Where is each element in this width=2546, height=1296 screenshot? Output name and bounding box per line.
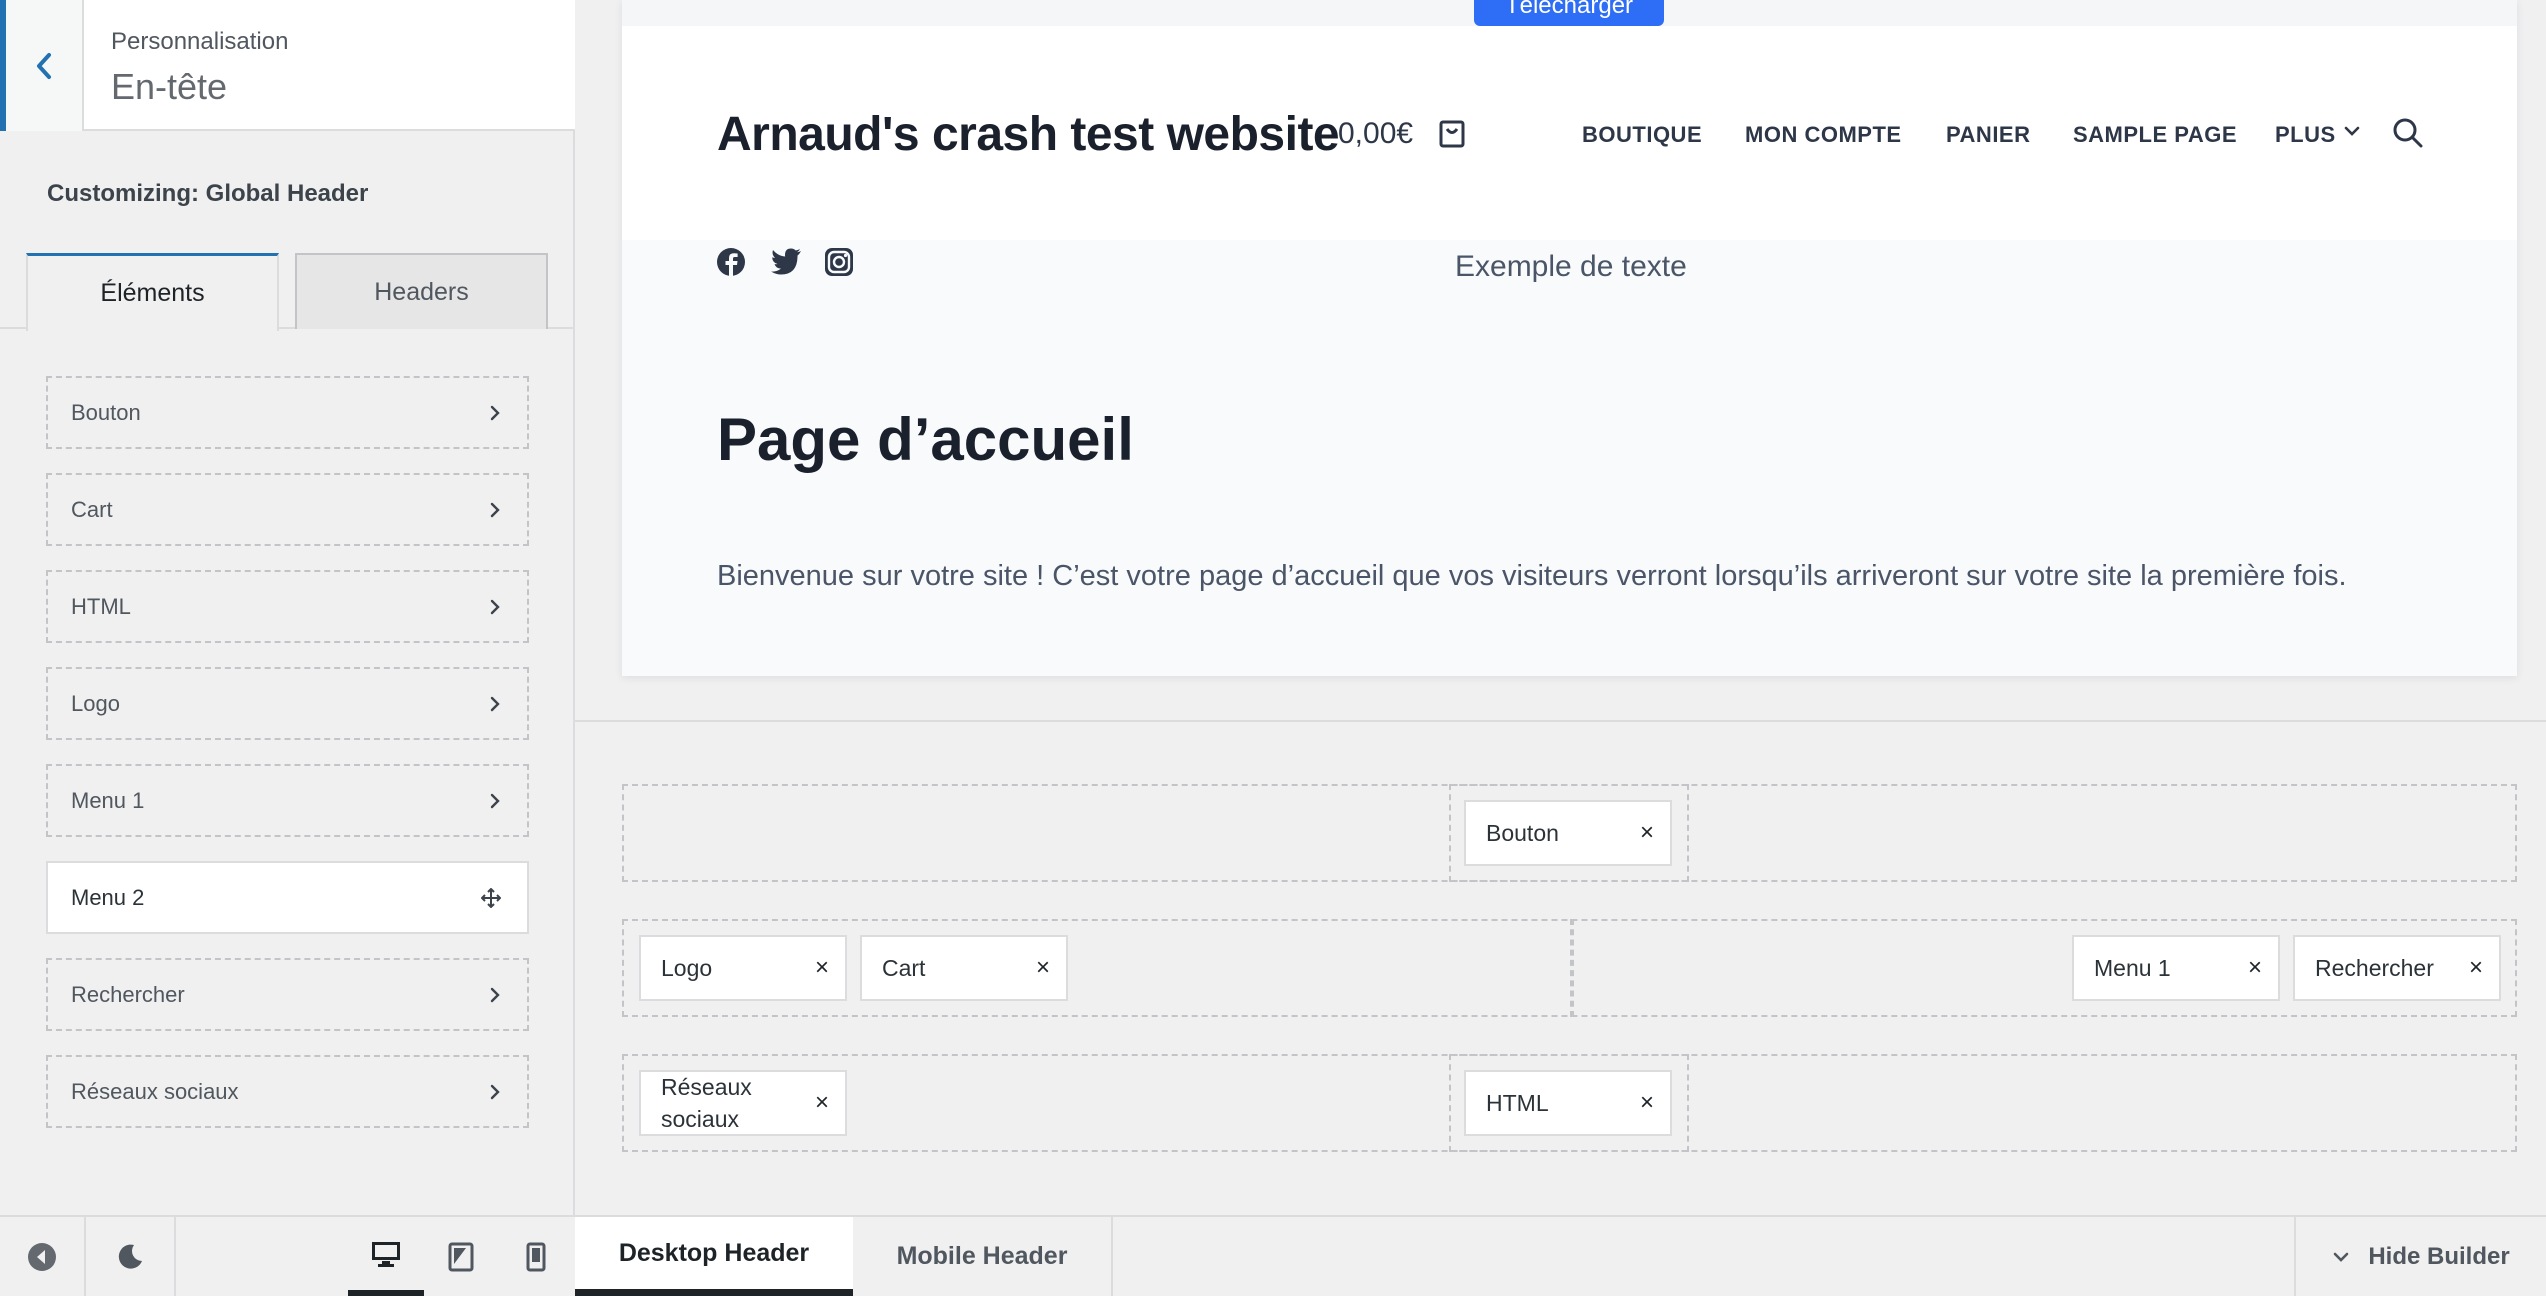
builder-row-bottom: Réseaux sociaux × HTML × (622, 1054, 2517, 1152)
chip-label: Logo (661, 954, 713, 981)
cart-total[interactable]: 0,00€ (1338, 117, 1413, 151)
sidebar-footer (0, 1215, 575, 1296)
tab-headers[interactable]: Headers (295, 253, 548, 329)
element-item-menu-2[interactable]: Menu 2 (46, 861, 529, 934)
builder-chip-reseaux-sociaux[interactable]: Réseaux sociaux × (639, 1070, 847, 1136)
element-label: HTML (71, 593, 131, 619)
moon-icon (118, 1244, 142, 1269)
element-label: Logo (71, 690, 120, 716)
search-icon[interactable] (2392, 117, 2424, 149)
chip-label-line: sociaux (661, 1106, 739, 1132)
builder-chip-cart[interactable]: Cart × (860, 935, 1068, 1001)
mobile-icon (526, 1242, 546, 1271)
site-preview: Télécharger Arnaud's crash test website … (622, 0, 2517, 676)
builder-row-top: Bouton × (622, 784, 2517, 882)
download-button[interactable]: Télécharger (1474, 0, 1664, 26)
nav-sample-page[interactable]: SAMPLE PAGE (2073, 122, 2237, 148)
builder-chip-rechercher[interactable]: Rechercher × (2293, 935, 2501, 1001)
remove-icon[interactable]: × (1036, 954, 1050, 982)
sidebar-tabs: Éléments Headers (0, 253, 575, 331)
builder-bottom-bar: Desktop Header Mobile Header Hide Builde… (575, 1215, 2546, 1296)
mobile-preview-button[interactable] (498, 1217, 574, 1296)
back-button[interactable] (0, 0, 84, 131)
element-list: Bouton Cart HTML Logo Menu 1 Menu 2 Rech… (46, 376, 529, 1152)
builder-chip-menu-1[interactable]: Menu 1 × (2072, 935, 2280, 1001)
element-item-reseaux-sociaux[interactable]: Réseaux sociaux (46, 1055, 529, 1128)
instagram-icon[interactable] (824, 247, 854, 277)
builder-zone-separator (1570, 919, 1574, 1017)
element-label: Rechercher (71, 981, 185, 1007)
element-item-logo[interactable]: Logo (46, 667, 529, 740)
dark-mode-button[interactable] (86, 1217, 176, 1296)
preview-divider (575, 720, 2546, 722)
chevron-right-icon (490, 696, 500, 711)
site-title[interactable]: Arnaud's crash test website (717, 107, 1340, 162)
facebook-icon[interactable] (716, 247, 746, 277)
chip-label-line: Réseaux (661, 1074, 752, 1100)
breadcrumb: Personnalisation (111, 28, 289, 55)
remove-icon[interactable]: × (2248, 954, 2262, 982)
element-label: Cart (71, 496, 113, 522)
tab-elements[interactable]: Éléments (26, 253, 279, 331)
element-label: Menu 1 (71, 787, 145, 813)
chip-label: Menu 1 (2094, 954, 2171, 981)
remove-icon[interactable]: × (1640, 1089, 1654, 1117)
element-label: Bouton (71, 399, 141, 425)
chevron-right-icon (490, 1084, 500, 1099)
collapse-sidebar-button[interactable] (0, 1217, 86, 1296)
nav-boutique[interactable]: BOUTIQUE (1582, 122, 1702, 148)
desktop-icon (372, 1241, 400, 1267)
desktop-preview-button[interactable] (348, 1217, 424, 1296)
chevron-right-icon (490, 405, 500, 420)
chevron-left-icon (37, 52, 51, 79)
remove-icon[interactable]: × (1640, 819, 1654, 847)
chevron-right-icon (490, 793, 500, 808)
chip-label: Cart (882, 954, 926, 981)
nav-plus[interactable]: PLUS (2275, 122, 2336, 148)
builder-chip-bouton[interactable]: Bouton × (1464, 800, 1672, 866)
chevron-right-icon (490, 599, 500, 614)
customizer-sidebar: Personnalisation En-tête Customizing: Gl… (0, 0, 575, 1296)
page-heading: Page d’accueil (717, 406, 1134, 473)
builder-chip-logo[interactable]: Logo × (639, 935, 847, 1001)
shopping-bag-icon[interactable] (1439, 118, 1465, 148)
move-icon[interactable] (481, 887, 501, 908)
collapse-icon (28, 1242, 56, 1271)
sidebar-header: Personnalisation En-tête (0, 0, 575, 131)
page-body-text: Bienvenue sur votre site ! C’est votre p… (717, 560, 2347, 592)
chip-label: HTML (1486, 1089, 1549, 1116)
chip-label: Rechercher (2315, 954, 2434, 981)
remove-icon[interactable]: × (2469, 954, 2483, 982)
builder-row-main: Logo × Cart × Menu 1 × Rechercher × (622, 919, 2517, 1017)
tablet-icon (448, 1242, 474, 1271)
twitter-icon[interactable] (770, 247, 802, 275)
tab-mobile-header[interactable]: Mobile Header (853, 1217, 1113, 1296)
hide-builder-label: Hide Builder (2368, 1242, 2510, 1270)
element-item-menu-1[interactable]: Menu 1 (46, 764, 529, 837)
element-label: Menu 2 (71, 884, 145, 910)
panel-title: En-tête (111, 66, 228, 107)
hide-builder-button[interactable]: Hide Builder (2294, 1217, 2546, 1296)
html-sample-text: Exemple de texte (1455, 250, 1687, 283)
remove-icon[interactable]: × (815, 1087, 829, 1119)
tab-desktop-header[interactable]: Desktop Header (575, 1217, 853, 1296)
chip-label: Réseaux sociaux (661, 1071, 752, 1135)
chevron-down-icon (2344, 126, 2360, 136)
element-item-html[interactable]: HTML (46, 570, 529, 643)
element-item-cart[interactable]: Cart (46, 473, 529, 546)
element-item-bouton[interactable]: Bouton (46, 376, 529, 449)
nav-panier[interactable]: PANIER (1946, 122, 2031, 148)
nav-mon-compte[interactable]: MON COMPTE (1745, 122, 1902, 148)
chevron-right-icon (490, 502, 500, 517)
chevron-down-icon (2334, 1252, 2349, 1262)
tablet-preview-button[interactable] (424, 1217, 498, 1296)
element-item-rechercher[interactable]: Rechercher (46, 958, 529, 1031)
chevron-right-icon (490, 987, 500, 1002)
chip-label: Bouton (1486, 819, 1559, 846)
customizing-label: Customizing: Global Header (47, 180, 369, 207)
element-label: Réseaux sociaux (71, 1078, 239, 1104)
remove-icon[interactable]: × (815, 954, 829, 982)
builder-chip-html[interactable]: HTML × (1464, 1070, 1672, 1136)
